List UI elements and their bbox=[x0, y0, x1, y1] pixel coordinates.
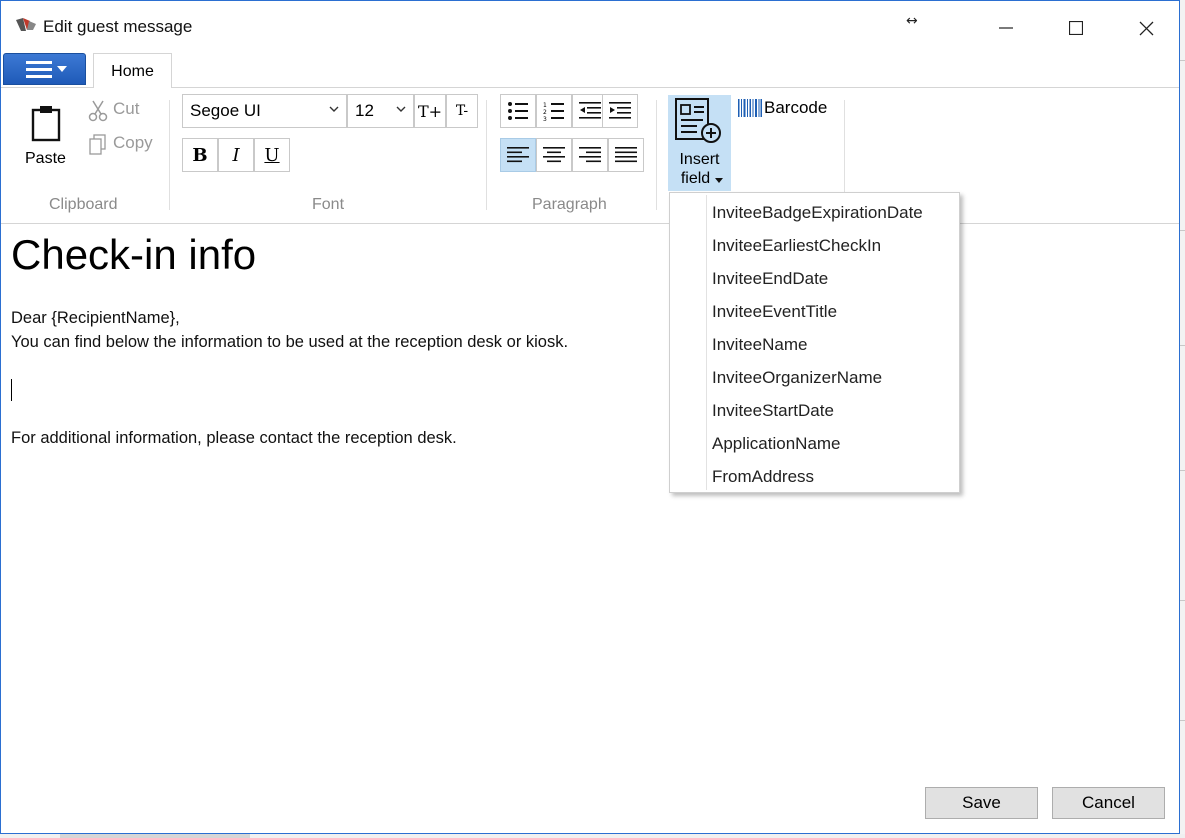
align-center-button[interactable] bbox=[536, 138, 572, 172]
maximize-button[interactable] bbox=[1053, 11, 1099, 45]
minimize-button[interactable] bbox=[983, 11, 1029, 45]
group-separator bbox=[486, 100, 487, 210]
closing-line: For additional information, please conta… bbox=[11, 429, 457, 447]
menu-item-invitee-end-date[interactable]: InviteeEndDate bbox=[712, 262, 828, 295]
clipboard-icon bbox=[31, 106, 61, 142]
align-center-icon bbox=[543, 147, 565, 163]
increase-indent-button[interactable] bbox=[602, 94, 638, 128]
copy-button[interactable]: Copy bbox=[88, 132, 158, 156]
underline-button[interactable]: U bbox=[254, 138, 290, 172]
svg-text:1: 1 bbox=[543, 102, 547, 109]
body-line: You can find below the information to be… bbox=[11, 333, 569, 351]
tab-home[interactable]: Home bbox=[93, 53, 172, 88]
numbered-list-icon: 123 bbox=[543, 102, 564, 121]
background-window-bottom bbox=[0, 834, 1185, 838]
save-button[interactable]: Save bbox=[925, 787, 1038, 819]
font-group-label: Font bbox=[312, 196, 345, 213]
message-heading: Check-in info bbox=[11, 231, 257, 278]
bullet-list-icon bbox=[508, 102, 528, 120]
menu-item-invitee-name[interactable]: InviteeName bbox=[712, 328, 807, 361]
font-size-value: 12 bbox=[355, 101, 374, 120]
app-logo-icon bbox=[15, 17, 37, 33]
font-family-select[interactable]: Segoe UI bbox=[182, 94, 347, 128]
application-menu-button[interactable] bbox=[3, 53, 86, 85]
insert-field-icon bbox=[675, 98, 721, 143]
svg-text:3: 3 bbox=[543, 116, 547, 121]
hamburger-icon bbox=[26, 61, 52, 82]
window-title: Edit guest message bbox=[43, 17, 193, 36]
menu-icon-gutter bbox=[706, 195, 707, 490]
justify-button[interactable] bbox=[608, 138, 644, 172]
menu-item-invitee-badge-expiration-date[interactable]: InviteeBadgeExpirationDate bbox=[712, 196, 923, 229]
title-bar: Edit guest message ↔ bbox=[1, 1, 1179, 53]
chevron-down-icon bbox=[57, 66, 67, 72]
minimize-icon bbox=[999, 27, 1013, 29]
align-left-button[interactable] bbox=[500, 138, 536, 172]
ribbon: Paste Cut Copy Clipboard Segoe UI 12 T+ … bbox=[1, 88, 1179, 224]
svg-text:2: 2 bbox=[543, 109, 547, 116]
menu-item-invitee-start-date[interactable]: InviteeStartDate bbox=[712, 394, 834, 427]
shrink-font-button[interactable]: T- bbox=[446, 94, 478, 128]
copy-label: Copy bbox=[113, 133, 153, 152]
bold-button[interactable]: B bbox=[182, 138, 218, 172]
resize-cursor-icon: ↔ bbox=[906, 13, 918, 29]
menu-item-from-address[interactable]: FromAddress bbox=[712, 460, 814, 493]
insert-field-menu: InviteeBadgeExpirationDate InviteeEarlie… bbox=[669, 192, 960, 493]
insert-field-label-line1: Insert bbox=[679, 151, 720, 168]
maximize-icon bbox=[1069, 21, 1083, 35]
paste-button[interactable]: Paste bbox=[23, 104, 73, 174]
group-separator bbox=[656, 100, 657, 210]
background-window-edge bbox=[1180, 0, 1185, 838]
grow-font-button[interactable]: T+ bbox=[414, 94, 446, 128]
text-cursor bbox=[11, 379, 12, 401]
decrease-indent-icon bbox=[579, 102, 601, 119]
scissors-icon bbox=[88, 100, 108, 122]
menu-item-invitee-event-title[interactable]: InviteeEventTitle bbox=[712, 295, 837, 328]
numbered-list-button[interactable]: 123 bbox=[536, 94, 572, 128]
close-icon bbox=[1139, 21, 1153, 35]
font-family-value: Segoe UI bbox=[190, 101, 261, 120]
chevron-down-icon bbox=[715, 178, 723, 183]
align-right-icon bbox=[579, 147, 601, 163]
font-size-select[interactable]: 12 bbox=[347, 94, 414, 128]
menu-item-invitee-earliest-check-in[interactable]: InviteeEarliestCheckIn bbox=[712, 229, 881, 262]
chevron-down-icon bbox=[329, 106, 339, 112]
cut-label: Cut bbox=[113, 99, 140, 118]
align-left-icon bbox=[507, 147, 529, 163]
cut-button[interactable]: Cut bbox=[88, 98, 158, 122]
bullet-list-button[interactable] bbox=[500, 94, 536, 128]
barcode-icon bbox=[738, 99, 762, 117]
align-right-button[interactable] bbox=[572, 138, 608, 172]
greeting-line: Dear {RecipientName}, bbox=[11, 309, 180, 327]
group-separator bbox=[169, 100, 170, 210]
insert-field-button[interactable]: Insert field bbox=[668, 95, 731, 191]
menu-item-application-name[interactable]: ApplicationName bbox=[712, 427, 841, 460]
italic-button[interactable]: I bbox=[218, 138, 254, 172]
edit-guest-message-dialog: Edit guest message ↔ Home Paste Cut Copy… bbox=[0, 0, 1180, 834]
barcode-label: Barcode bbox=[764, 98, 828, 117]
copy-icon bbox=[89, 134, 106, 155]
paste-label: Paste bbox=[25, 150, 66, 167]
paragraph-group-label: Paragraph bbox=[532, 196, 607, 213]
close-button[interactable] bbox=[1123, 11, 1169, 45]
menu-item-invitee-organizer-name[interactable]: InviteeOrganizerName bbox=[712, 361, 882, 394]
clipboard-group-label: Clipboard bbox=[49, 196, 118, 213]
increase-indent-icon bbox=[609, 102, 631, 119]
chevron-down-icon bbox=[396, 106, 406, 112]
cancel-button[interactable]: Cancel bbox=[1052, 787, 1165, 819]
align-justify-icon bbox=[615, 147, 637, 163]
